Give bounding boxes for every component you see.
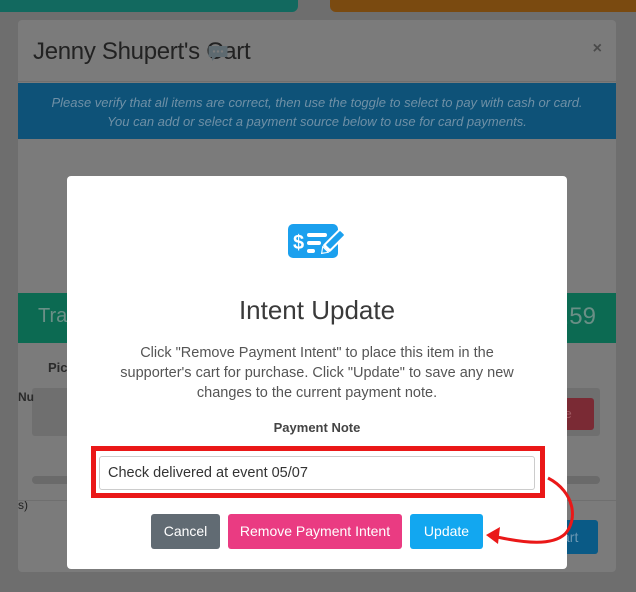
payment-edit-icon: $ [288, 224, 347, 258]
background-card-orange [330, 0, 636, 12]
intent-update-dialog: $ Intent Update Click "Remove Payment In… [67, 176, 567, 569]
update-button[interactable]: Update [410, 514, 483, 549]
svg-text:$: $ [293, 232, 304, 254]
remove-payment-intent-button[interactable]: Remove Payment Intent [228, 514, 402, 549]
banner-line-2: You can add or select a payment source b… [107, 114, 527, 129]
background-card-teal [0, 0, 298, 12]
dialog-title: Intent Update [238, 295, 396, 325]
close-icon[interactable]: × [593, 40, 602, 58]
dialog-description: Click "Remove Payment Intent" to place t… [120, 345, 514, 401]
pick-label: Pic [48, 360, 68, 375]
annotation-highlight-box [91, 446, 545, 498]
number-label: Nu [18, 390, 34, 404]
cart-info-banner: Please verify that all items are correct… [18, 83, 616, 139]
banner-line-1: Please verify that all items are correct… [51, 95, 583, 110]
cart-header: Jenny Shupert's Cart × [18, 20, 616, 82]
cancel-button[interactable]: Cancel [151, 514, 220, 549]
payment-note-label: Payment Note [273, 420, 361, 435]
chat-icon[interactable] [208, 45, 228, 62]
